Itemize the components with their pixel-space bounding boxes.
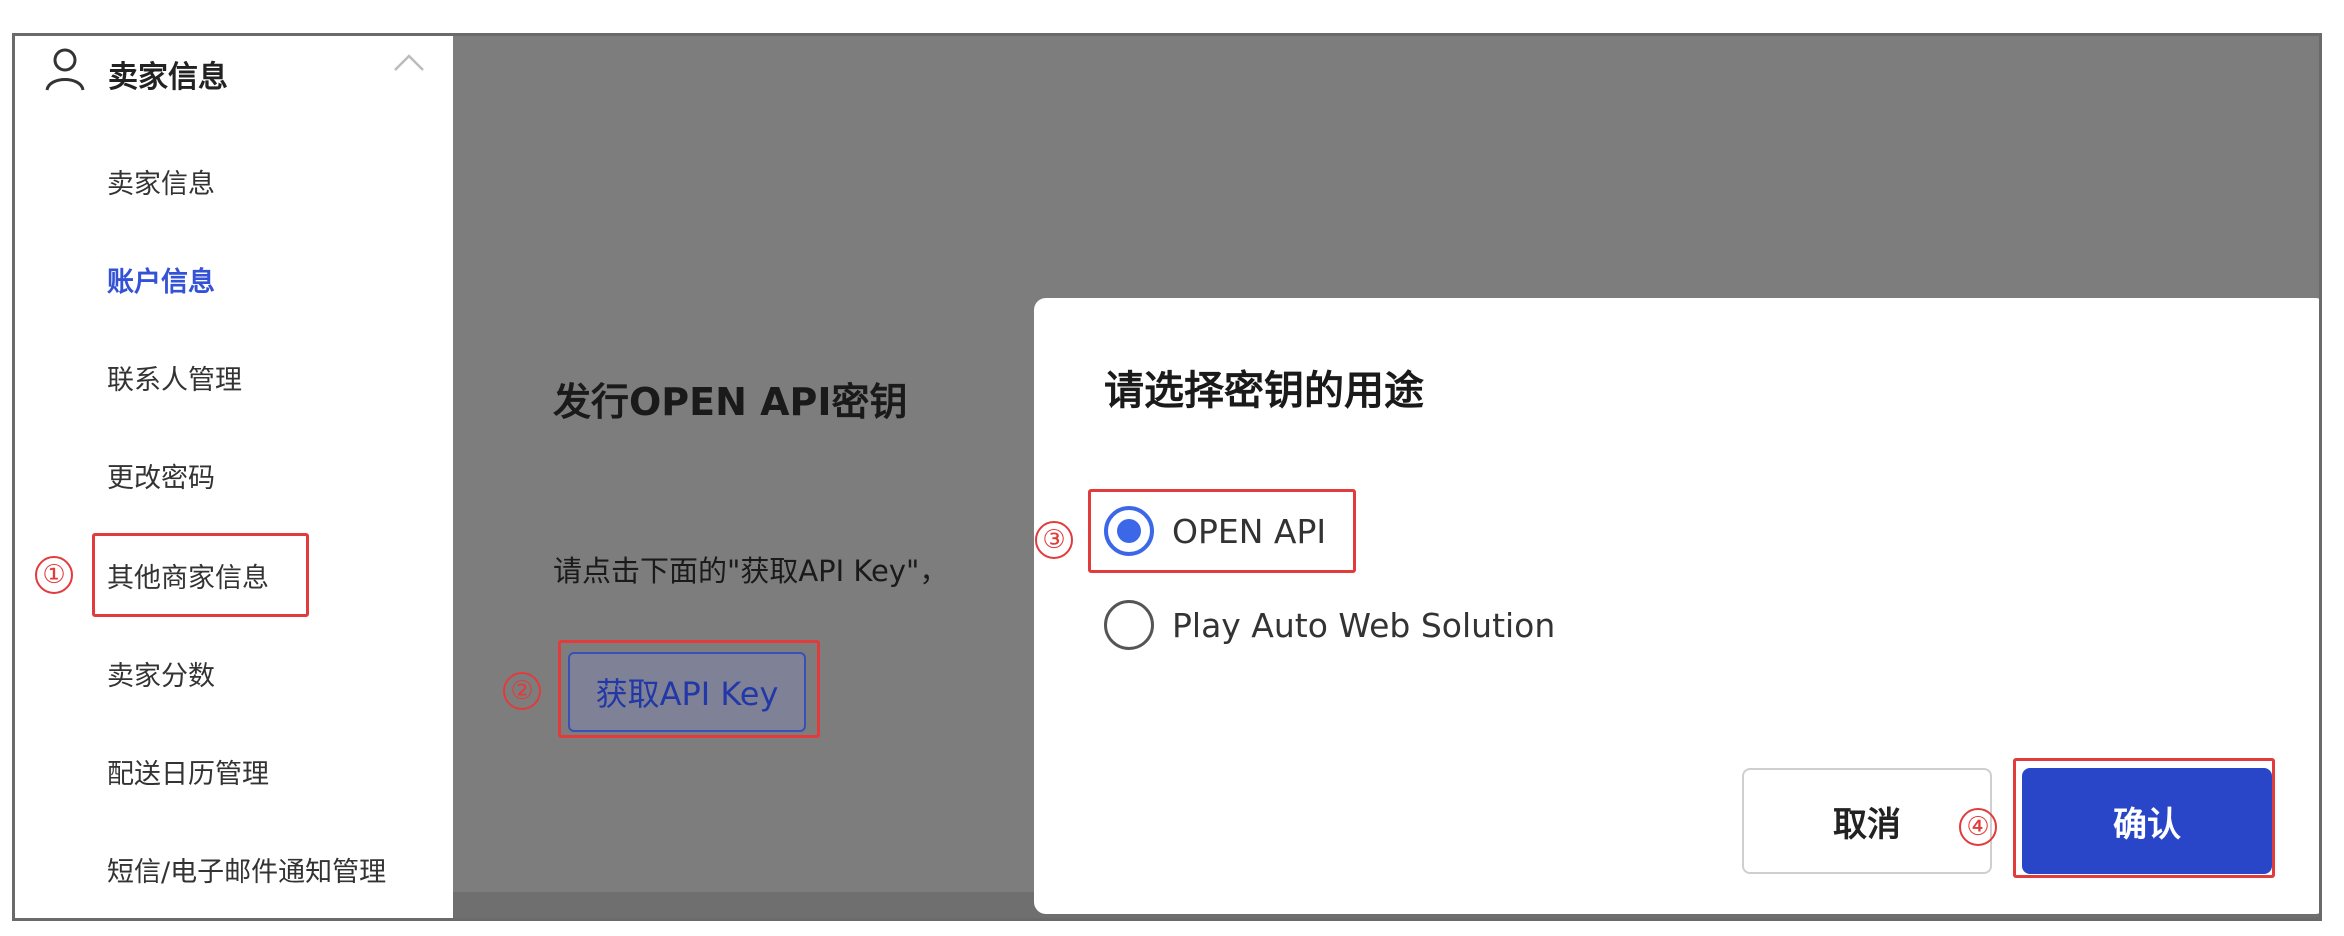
annotation-box-step3 — [1088, 489, 1356, 573]
option-play-auto-web-solution[interactable]: Play Auto Web Solution — [1104, 600, 1555, 650]
key-purpose-dialog: 请选择密钥的用途 OPEN API Play Auto Web Solution… — [1034, 298, 2319, 914]
annotation-number-step2: ② — [503, 672, 541, 710]
dialog-title: 请选择密钥的用途 — [1104, 368, 1424, 414]
open-api-key-title: 发行OPEN API密钥 — [553, 380, 908, 424]
radio-unchecked-icon[interactable] — [1104, 600, 1154, 650]
sidebar: 卖家信息 卖家信息 账户信息 联系人管理 更改密码 其他商家信息 卖家分数 配送… — [15, 36, 453, 918]
annotation-box-step4 — [2013, 758, 2275, 878]
annotation-box-step2 — [558, 640, 820, 738]
sidebar-item-notification-management[interactable]: 短信/电子邮件通知管理 — [107, 850, 386, 889]
sidebar-section-header[interactable]: 卖家信息 — [15, 36, 453, 136]
annotation-box-step1 — [92, 533, 309, 617]
sidebar-header-title: 卖家信息 — [108, 60, 228, 95]
sidebar-item-change-password[interactable]: 更改密码 — [107, 456, 215, 495]
cancel-button[interactable]: 取消 — [1742, 768, 1992, 874]
sidebar-item-seller-score[interactable]: 卖家分数 — [107, 654, 215, 693]
app-window: 卖家信息 卖家信息 账户信息 联系人管理 更改密码 其他商家信息 卖家分数 配送… — [12, 33, 2322, 921]
user-icon — [45, 48, 85, 91]
chevron-up-icon[interactable] — [391, 50, 427, 74]
sidebar-item-seller-info[interactable]: 卖家信息 — [107, 162, 215, 201]
annotation-number-step1: ① — [35, 556, 73, 594]
annotation-number-step4: ④ — [1959, 808, 1997, 846]
sidebar-item-delivery-calendar[interactable]: 配送日历管理 — [107, 752, 269, 791]
option-play-auto-label: Play Auto Web Solution — [1172, 605, 1556, 645]
annotation-number-step3: ③ — [1035, 521, 1073, 559]
sidebar-item-contact-management[interactable]: 联系人管理 — [107, 358, 242, 397]
sidebar-item-account-info[interactable]: 账户信息 — [107, 260, 215, 299]
open-api-key-description: 请点击下面的"获取API Key"， — [553, 554, 949, 588]
